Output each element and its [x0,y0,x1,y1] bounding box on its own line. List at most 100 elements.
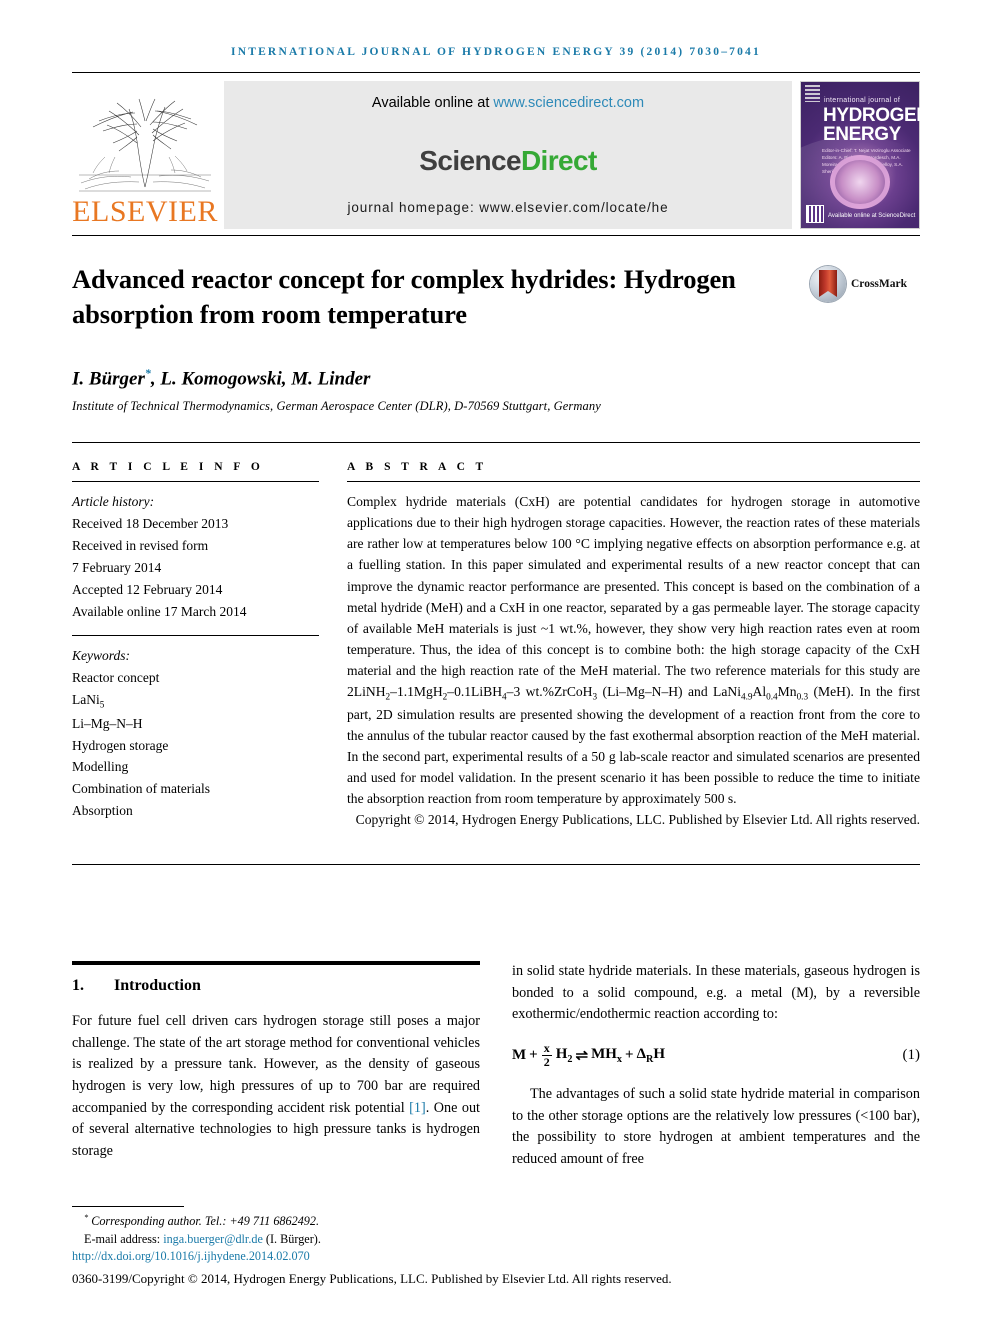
section-heading: 1. Introduction [72,977,480,995]
article-info-rule [72,481,319,483]
keyword-item: Modelling [72,759,129,775]
article-history-item: Received 18 December 2013 [72,516,229,532]
journal-article-page: International Journal of Hydrogen Energy… [0,0,992,1323]
abstract-bottom-rule [72,864,920,866]
equation-enthalpy: ΔRH [637,1046,665,1065]
email-owner: (I. Bürger). [262,1231,321,1246]
equation-equilibrium-arrow: ⇌ [575,1047,589,1064]
cover-kicker: international journal of [824,97,901,104]
equation-h2-symbol: H [555,1045,568,1062]
body-paragraph: The advantages of such a solid state hyd… [512,1086,920,1167]
doi-link[interactable]: http://dx.doi.org/10.1016/j.ijhydene.201… [72,1249,310,1263]
keyword-item: Combination of materials [72,781,210,797]
masthead-rule [72,235,920,236]
header-rule [72,72,920,73]
issn-copyright-line: 0360-3199/Copyright © 2014, Hydrogen Ene… [72,1271,672,1286]
body-right-column: in solid state hydride materials. In the… [512,961,920,1170]
equation-fraction-numerator: x [543,1040,550,1055]
elsevier-wordmark: ELSEVIER [72,195,218,228]
equation-expression: M + x 2 H2 ⇌ MHx + ΔRH [512,1042,665,1068]
sciencedirect-panel: Available online at www.sciencedirect.co… [224,81,792,229]
equation-h-symbol: H [653,1045,665,1062]
available-online-prefix: Available online at [371,95,494,111]
page-footer: * Corresponding author. Tel.: +49 711 68… [72,1205,920,1287]
equation-plus-2: + [625,1046,634,1063]
article-history-label: Article history: [72,494,155,510]
cover-bottom-icon [806,205,824,223]
equation-1: M + x 2 H2 ⇌ MHx + ΔRH (1) [512,1042,920,1068]
elsevier-tree-icon [79,91,211,195]
keywords-rule [72,635,319,637]
sciencedirect-logo-direct: Direct [520,144,597,176]
abstract-column: A B S T R A C T Complex hydride material… [347,461,920,830]
sciencedirect-logo: ScienceDirect [419,144,597,177]
sciencedirect-logo-science: Science [419,144,521,176]
equation-mh-symbol: MH [591,1045,617,1062]
keyword-item: Li–Mg–N–H [72,715,143,731]
running-head: International Journal of Hydrogen Energy… [231,46,761,58]
abstract-body: Complex hydride materials (CxH) are pote… [347,494,920,807]
abstract-copyright: Copyright © 2014, Hydrogen Energy Public… [355,812,920,828]
elsevier-logo: ELSEVIER [72,81,218,229]
article-history-item: Received in revised form [72,537,209,553]
section-number: 1. [72,977,84,995]
equation-h2-subscript: 2 [567,1053,573,1065]
masthead: ELSEVIER Available online at www.science… [72,81,920,229]
body-paragraph: in solid state hydride materials. In the… [512,963,920,1023]
cover-publisher-icon [805,85,820,102]
abstract-heading: A B S T R A C T [347,461,488,474]
title-area: Advanced reactor concept for complex hyd… [72,262,920,332]
crossmark-label: CrossMark [851,278,908,290]
article-history-item: Accepted 12 February 2014 [72,581,223,597]
corresponding-author-note: * Corresponding author. Tel.: +49 711 68… [72,1212,920,1231]
author-others: , L. Komogowski, M. Linder [150,368,371,390]
abstract-rule [347,481,920,483]
section-title: Introduction [114,977,201,995]
page-title: Advanced reactor concept for complex hyd… [72,264,736,329]
email-label: E-mail address: [84,1231,164,1246]
footnote-rule [72,1205,184,1207]
equation-number: (1) [902,1046,921,1063]
author-primary: I. Bürger [72,368,145,390]
info-abstract-row: A R T I C L E I N F O Article history: R… [72,461,920,830]
citation-reference-1[interactable]: [1] [409,1100,426,1116]
equation-metal-symbol: M [512,1046,527,1063]
cover-sciencedirect-note: Available online at ScienceDirect [828,213,916,219]
section-bar [72,961,480,966]
available-online-line: Available online at www.sciencedirect.co… [372,95,644,111]
equation-mh-subscript: x [616,1053,622,1065]
article-history-item: 7 February 2014 [72,559,162,575]
article-info-heading: A R T I C L E I N F O [72,461,264,474]
journal-cover[interactable]: international journal of HYDROGEN ENERGY… [800,81,920,229]
keyword-item: Hydrogen storage [72,737,169,753]
author-list: I. Bürger*, L. Komogowski, M. Linder [72,366,920,390]
affiliation: Institute of Technical Thermodynamics, G… [72,399,601,414]
body-paragraph: For future fuel cell driven cars hydroge… [72,1011,480,1162]
article-history-item: Available online 17 March 2014 [72,603,247,619]
footnote-marker: * [84,1212,89,1222]
article-info-column: A R T I C L E I N F O Article history: R… [72,461,347,830]
equation-mhx: MHx [591,1046,622,1065]
keyword-item: Absorption [72,803,133,819]
corresponding-author-text: Corresponding author. Tel.: +49 711 6862… [91,1213,320,1228]
journal-cover-image: international journal of HYDROGEN ENERGY… [800,81,920,229]
sciencedirect-link[interactable]: www.sciencedirect.com [493,95,644,111]
keywords-label: Keywords: [72,648,130,664]
keyword-item: Reactor concept [72,670,160,686]
journal-homepage-line[interactable]: journal homepage: www.elsevier.com/locat… [347,200,668,215]
email-link[interactable]: inga.buerger@dlr.de [163,1232,263,1246]
crossmark-badge[interactable]: CrossMark [810,262,920,302]
equation-h2: H2 [556,1046,573,1065]
body-columns: 1. Introduction For future fuel cell dri… [72,961,920,1170]
equation-fraction-denominator: 2 [541,1054,552,1069]
email-note: E-mail address: inga.buerger@dlr.de (I. … [72,1231,920,1249]
cover-ring-decoration [830,155,890,209]
authors-rule [72,442,920,444]
equation-plus-1: + [529,1046,538,1063]
equation-delta-symbol: Δ [636,1045,646,1062]
body-left-column: 1. Introduction For future fuel cell dri… [72,961,480,1170]
equation-fraction: x 2 [541,1040,552,1069]
doi-line: http://dx.doi.org/10.1016/j.ijhydene.201… [72,1248,920,1266]
cover-title-line1: HYDROGEN [823,105,920,126]
keyword-item: LaNi5 [72,692,105,710]
